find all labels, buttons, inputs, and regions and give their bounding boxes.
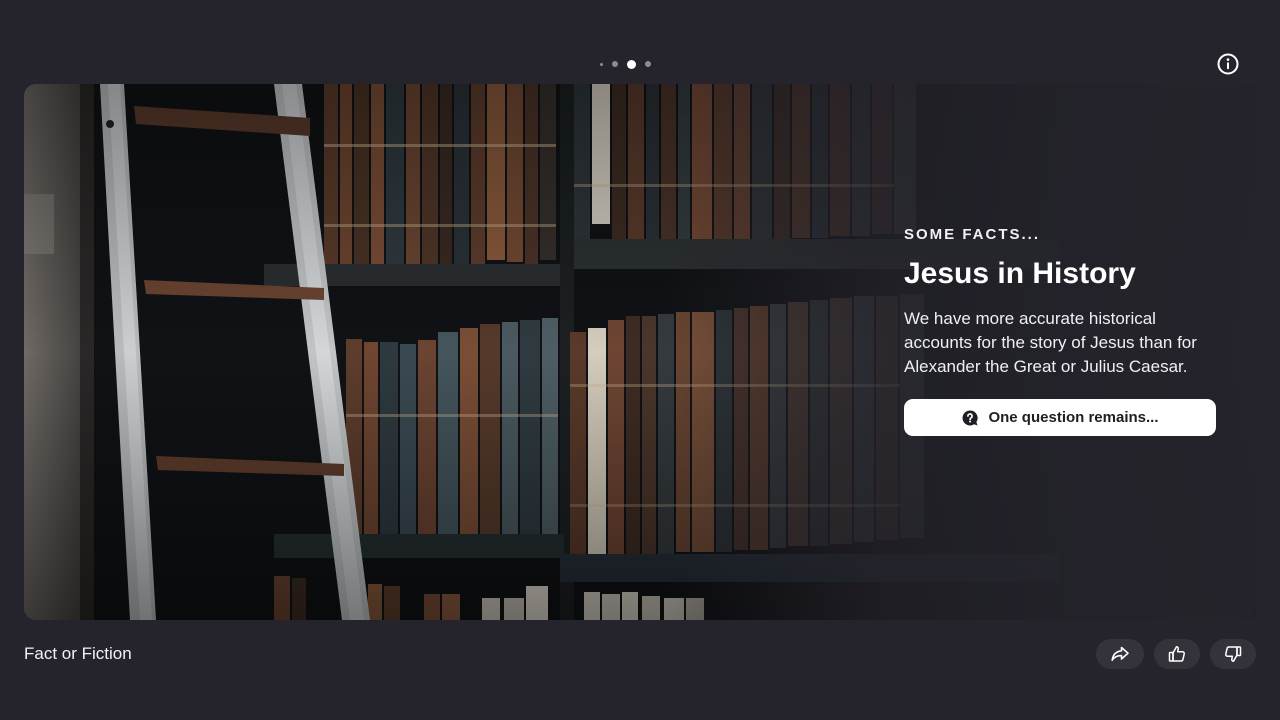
dislike-button[interactable] — [1210, 639, 1256, 669]
pager-dot-3-active[interactable] — [627, 59, 636, 69]
like-button[interactable] — [1154, 639, 1200, 669]
pager-dot-2[interactable] — [612, 61, 618, 67]
hero-content: SOME FACTS... Jesus in History We have m… — [904, 226, 1224, 436]
one-question-button[interactable]: One question remains... — [904, 399, 1216, 436]
pager-dot-1[interactable] — [600, 62, 603, 66]
info-button[interactable] — [1216, 52, 1240, 76]
story-page: SOME FACTS... Jesus in History We have m… — [0, 0, 1280, 720]
hero-title: Jesus in History — [904, 257, 1136, 290]
question-bubble-icon — [962, 409, 979, 425]
thumbs-up-icon — [1168, 646, 1186, 662]
hero-card[interactable]: SOME FACTS... Jesus in History We have m… — [24, 84, 1256, 620]
one-question-button-label: One question remains... — [988, 409, 1159, 426]
story-title: Fact or Fiction — [24, 644, 132, 663]
hero-description: We have more accurate historical account… — [904, 309, 1197, 376]
share-arrow-icon — [1111, 646, 1129, 661]
hero-eyebrow: SOME FACTS... — [904, 226, 1041, 243]
share-button[interactable] — [1096, 639, 1144, 669]
thumbs-down-icon — [1224, 646, 1242, 662]
info-circle-icon — [1217, 53, 1239, 75]
pager-dots — [600, 58, 651, 70]
action-buttons — [1096, 639, 1256, 669]
pager-dot-4[interactable] — [645, 61, 651, 67]
